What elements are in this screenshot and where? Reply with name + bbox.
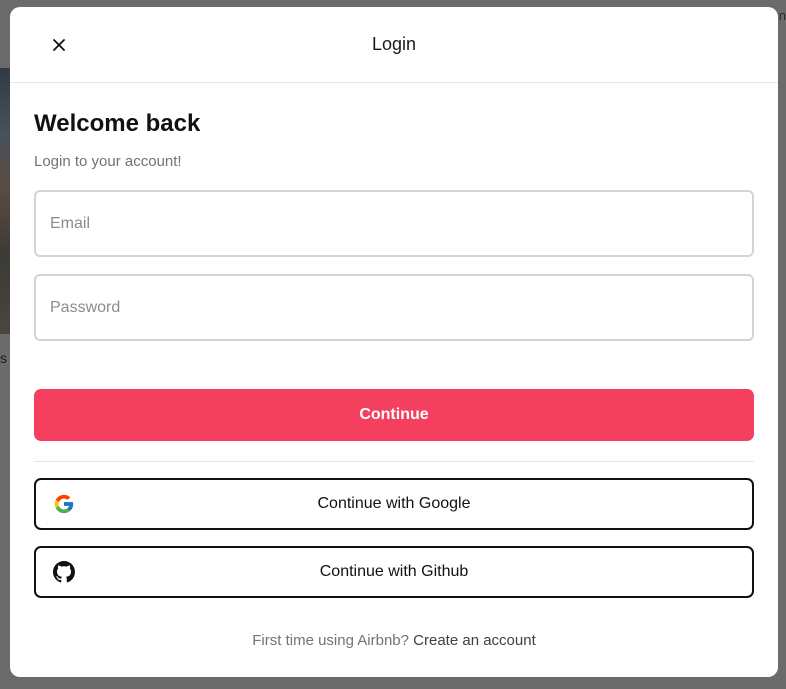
google-icon (54, 494, 74, 514)
email-field[interactable] (34, 190, 754, 257)
password-field[interactable] (34, 274, 754, 341)
divider (34, 461, 754, 462)
continue-with-github-button[interactable]: Continue with Github (34, 546, 754, 598)
github-button-label: Continue with Github (319, 563, 469, 580)
modal-title: Login (371, 34, 417, 54)
background-text-left: s (0, 350, 7, 366)
background-text-right: n (778, 8, 786, 23)
modal-header: Login (10, 7, 778, 83)
github-icon (53, 561, 75, 583)
continue-with-google-button[interactable]: Continue with Google (34, 478, 754, 530)
footer: First time using Airbnb? Create an accou… (34, 632, 754, 649)
login-modal: Login Welcome back Login to your account… (10, 7, 778, 677)
create-account-link[interactable]: Create an account (413, 632, 536, 649)
welcome-heading: Welcome back (34, 110, 201, 137)
footer-prompt: First time using Airbnb? (252, 632, 409, 649)
google-button-label: Continue with Google (317, 495, 471, 512)
continue-button[interactable]: Continue (34, 389, 754, 441)
modal-body: Welcome back Login to your account! Cont… (10, 83, 778, 649)
welcome-subheading: Login to your account! (34, 153, 182, 170)
